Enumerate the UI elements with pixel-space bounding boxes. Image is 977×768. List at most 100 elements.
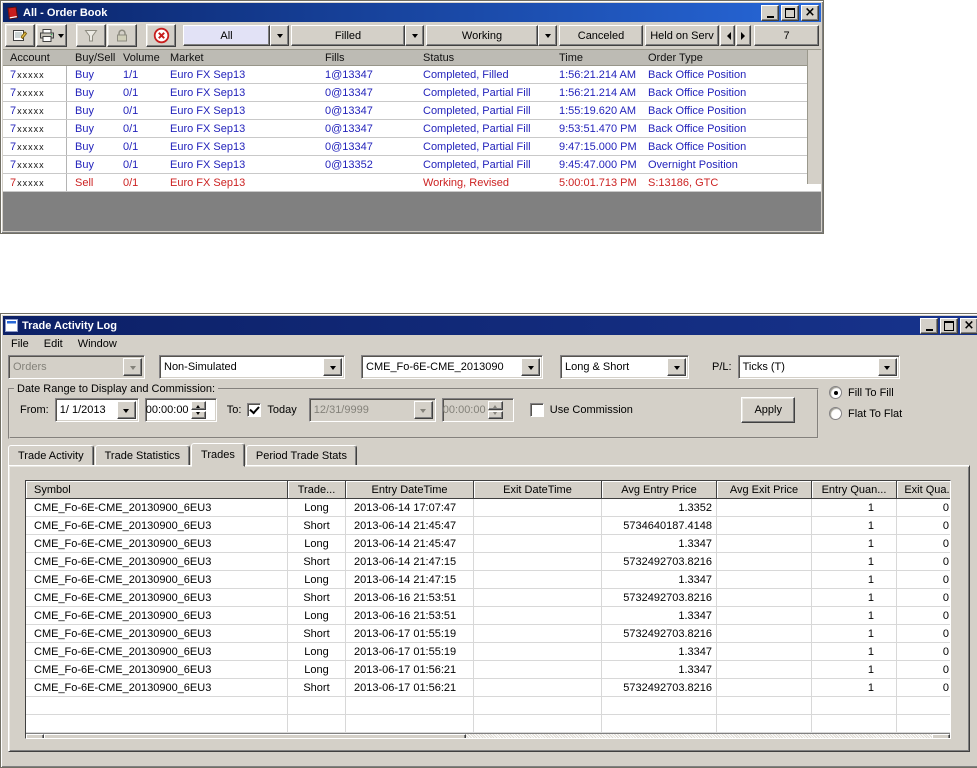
filter-button[interactable]	[76, 24, 106, 47]
lock-button[interactable]	[107, 24, 137, 47]
tab-scroll-left-button[interactable]	[720, 25, 735, 46]
horizontal-scrollbar[interactable]	[26, 733, 950, 738]
column-header-time[interactable]: Time	[559, 52, 648, 64]
column-header-symbol[interactable]: Symbol	[26, 481, 288, 499]
filter-tab-canceled[interactable]: Canceled	[559, 25, 643, 46]
column-header-avg-exit-price[interactable]: Avg Exit Price	[717, 481, 812, 499]
column-header-fills[interactable]: Fills	[325, 52, 423, 64]
tab-trades[interactable]: Trades	[191, 443, 245, 467]
trade-entry-qty: 1	[812, 535, 897, 552]
instrument-select[interactable]: CME_Fo-6E-CME_2013090	[361, 355, 543, 379]
trade-entry-datetime: 2013-06-14 21:45:47	[346, 517, 474, 534]
filter-tab-filled-dropdown[interactable]	[405, 25, 424, 46]
menu-file[interactable]: File	[11, 338, 29, 350]
column-header-market[interactable]: Market	[170, 52, 325, 64]
filter-tab-working-dropdown[interactable]	[538, 25, 557, 46]
column-header-trade[interactable]: Trade...	[288, 481, 346, 499]
column-header-ordertype[interactable]: Order Type	[648, 52, 821, 64]
from-time-spinner[interactable]: 00:00:00	[144, 398, 217, 422]
scrollbar-track[interactable]	[466, 734, 932, 738]
tab-scroll-right-button[interactable]	[736, 25, 751, 46]
instrument-select-arrow[interactable]	[521, 358, 540, 376]
menu-window[interactable]: Window	[78, 338, 117, 350]
to-time-spinner[interactable]: 00:00:00	[441, 398, 514, 422]
minimize-button[interactable]	[920, 317, 938, 334]
order-book-titlebar: All - Order Book ×	[3, 3, 821, 22]
trade-direction: Long	[288, 607, 346, 624]
trade-row[interactable]	[26, 715, 950, 733]
trade-row[interactable]: CME_Fo-6E-CME_20130900_6EU3 Long 2013-06…	[26, 499, 950, 517]
scroll-left-button[interactable]	[26, 734, 44, 738]
to-time-spin-buttons	[487, 401, 503, 419]
trade-row[interactable]: CME_Fo-6E-CME_20130900_6EU3 Long 2013-06…	[26, 571, 950, 589]
tab-trade-activity[interactable]: Trade Activity	[8, 445, 94, 466]
order-row[interactable]: 7 xxxxx Buy 0/1 Euro FX Sep13 0@13347 Com…	[3, 84, 821, 102]
column-header-buysell[interactable]: Buy/Sell	[75, 52, 123, 64]
trade-row[interactable]: CME_Fo-6E-CME_20130900_6EU3 Long 2013-06…	[26, 643, 950, 661]
menu-edit[interactable]: Edit	[44, 338, 63, 350]
maximize-button[interactable]	[781, 4, 799, 21]
column-header-entry-datetime[interactable]: Entry DateTime	[346, 481, 474, 499]
properties-button[interactable]	[5, 24, 35, 47]
trade-row[interactable]	[26, 697, 950, 715]
order-row[interactable]: 7 xxxxx Buy 0/1 Euro FX Sep13 0@13347 Com…	[3, 120, 821, 138]
column-header-account[interactable]: Account	[10, 52, 75, 64]
filter-tab-working[interactable]: Working	[426, 25, 557, 46]
order-status: Working, Revised	[423, 176, 509, 189]
column-header-exit-datetime[interactable]: Exit DateTime	[474, 481, 602, 499]
trade-row[interactable]: CME_Fo-6E-CME_20130900_6EU3 Long 2013-06…	[26, 535, 950, 553]
simulated-select[interactable]: Non-Simulated	[159, 355, 345, 379]
order-row[interactable]: 7 xxxxx Buy 0/1 Euro FX Sep13 0@13347 Com…	[3, 138, 821, 156]
filter-tab-all-dropdown[interactable]	[270, 25, 289, 46]
from-date-arrow[interactable]	[116, 401, 136, 419]
column-header-avg-entry-price[interactable]: Avg Entry Price	[602, 481, 717, 499]
direction-select-arrow[interactable]	[667, 358, 686, 376]
trade-row[interactable]: CME_Fo-6E-CME_20130900_6EU3 Short 2013-0…	[26, 553, 950, 571]
direction-select[interactable]: Long & Short	[560, 355, 689, 379]
maximize-button[interactable]	[940, 317, 958, 334]
tab-period-trade-stats[interactable]: Period Trade Stats	[245, 445, 357, 466]
scrollbar-thumb[interactable]	[44, 734, 466, 738]
filter-tab-all[interactable]: All	[183, 25, 289, 46]
column-header-exit-quantity[interactable]: Exit Qua...	[897, 481, 950, 499]
order-row[interactable]: 7 xxxxx Buy 0/1 Euro FX Sep13 0@13352 Com…	[3, 156, 821, 174]
order-book-scroll-strip[interactable]	[807, 50, 821, 184]
trade-row[interactable]: CME_Fo-6E-CME_20130900_6EU3 Short 2013-0…	[26, 679, 950, 697]
trade-row[interactable]: CME_Fo-6E-CME_20130900_6EU3 Long 2013-06…	[26, 661, 950, 679]
order-time: 1:55:19.620 AM	[559, 104, 637, 117]
column-header-status[interactable]: Status	[423, 52, 559, 64]
orders-select[interactable]: Orders	[8, 355, 145, 379]
column-header-volume[interactable]: Volume	[123, 52, 170, 64]
from-date-picker[interactable]: 1/ 1/2013	[54, 398, 139, 422]
tab-trade-statistics[interactable]: Trade Statistics	[94, 445, 191, 466]
trade-row[interactable]: CME_Fo-6E-CME_20130900_6EU3 Short 2013-0…	[26, 589, 950, 607]
flat-to-flat-option[interactable]: Flat To Flat	[829, 407, 902, 420]
order-row[interactable]: 7 xxxxx Buy 0/1 Euro FX Sep13 0@13347 Com…	[3, 102, 821, 120]
use-commission-checkbox[interactable]	[529, 403, 544, 417]
order-volume: 0/1	[123, 158, 139, 171]
order-row[interactable]: 7 xxxxx Buy 1/1 Euro FX Sep13 1@13347 Com…	[3, 66, 821, 84]
trade-row[interactable]: CME_Fo-6E-CME_20130900_6EU3 Short 2013-0…	[26, 625, 950, 643]
trade-exit-qty: 0	[897, 517, 950, 534]
close-button[interactable]: ×	[960, 317, 977, 334]
minimize-button[interactable]	[761, 4, 779, 21]
order-row[interactable]: 7 xxxxx Sell 0/1 Euro FX Sep13 Working, R…	[3, 174, 821, 192]
cancel-all-button[interactable]	[146, 24, 176, 47]
spin-up-button[interactable]	[190, 401, 206, 410]
scroll-right-button[interactable]	[932, 734, 950, 738]
apply-button[interactable]: Apply	[741, 397, 795, 423]
pl-select-arrow[interactable]	[877, 358, 897, 376]
filter-tab-held[interactable]: Held on Serv	[645, 25, 751, 46]
simulated-select-arrow[interactable]	[323, 358, 342, 376]
trade-row[interactable]: CME_Fo-6E-CME_20130900_6EU3 Short 2013-0…	[26, 517, 950, 535]
close-button[interactable]: ×	[801, 4, 819, 21]
print-button[interactable]	[36, 24, 67, 47]
today-checkbox[interactable]	[247, 403, 262, 417]
filter-tab-filled[interactable]: Filled	[291, 25, 424, 46]
column-header-entry-quantity[interactable]: Entry Quan...	[812, 481, 897, 499]
to-date-picker[interactable]: 12/31/9999	[308, 398, 436, 422]
spin-down-button[interactable]	[190, 410, 206, 419]
fill-to-fill-option[interactable]: Fill To Fill	[829, 386, 902, 399]
trade-row[interactable]: CME_Fo-6E-CME_20130900_6EU3 Long 2013-06…	[26, 607, 950, 625]
pl-select[interactable]: Ticks (T)	[737, 355, 900, 379]
